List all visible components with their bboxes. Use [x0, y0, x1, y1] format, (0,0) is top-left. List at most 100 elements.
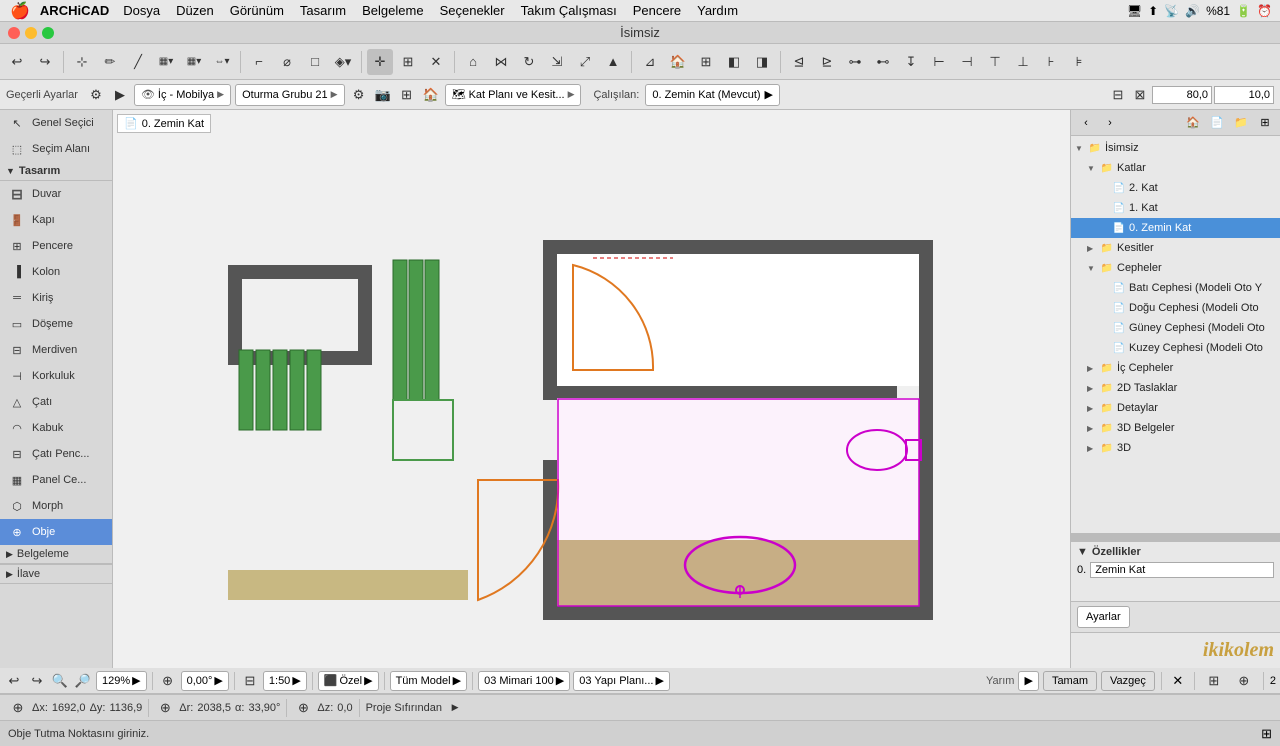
status-expand-btn[interactable]: ⊞	[1261, 726, 1272, 742]
menu-tasarim[interactable]: Tasarım	[300, 3, 346, 18]
selected-room[interactable]	[558, 399, 919, 606]
tool-b[interactable]: ⊵	[814, 49, 840, 75]
tool-kolon[interactable]: ▐ Kolon	[0, 259, 112, 285]
undo-btn2[interactable]: ↩	[4, 671, 24, 691]
zoom-level-display[interactable]: 129% ▶	[96, 671, 147, 691]
tasarim-header[interactable]: ▼ Tasarım	[0, 162, 112, 181]
line-btn[interactable]: ╱	[125, 49, 151, 75]
dim-input-2[interactable]: 10,0	[1214, 86, 1274, 104]
zoom-in-btn[interactable]: 🔍	[50, 671, 70, 691]
tool-obje[interactable]: ⊕ Obje	[0, 519, 112, 545]
floor-code-display[interactable]: 03 Mimari 100 ▶	[478, 671, 570, 691]
tree-kesitler[interactable]: ▶ 📁 Kesitler	[1071, 238, 1280, 258]
close-button[interactable]	[8, 27, 20, 39]
dim-input-1[interactable]: 80,0	[1152, 86, 1212, 104]
panel-folder-btn[interactable]: 📁	[1230, 113, 1252, 133]
tool-duvar[interactable]: ⊟ Duvar	[0, 181, 112, 207]
obj-btn[interactable]: ◈▾	[330, 49, 356, 75]
tree-ic-cepheler[interactable]: ▶ 📁 İç Cepheler	[1071, 358, 1280, 378]
canvas-area[interactable]: 📄 0. Zemin Kat	[113, 110, 1070, 668]
tool-cati[interactable]: △ Çatı	[0, 389, 112, 415]
coord-icon3[interactable]: ⊕	[293, 698, 313, 718]
coord-icon[interactable]: ⊕	[8, 698, 28, 718]
tool-pencere[interactable]: ⊞ Pencere	[0, 233, 112, 259]
ruler-btn[interactable]: ⊟	[240, 671, 260, 691]
select-btn[interactable]: ⊹	[69, 49, 95, 75]
redo-btn[interactable]: ↪	[32, 49, 58, 75]
tool-g[interactable]: ⊣	[954, 49, 980, 75]
coord-icon2[interactable]: ⊕	[155, 698, 175, 718]
tree-2d[interactable]: ▶ 📁 2D Taslaklar	[1071, 378, 1280, 398]
group-selector[interactable]: Oturma Grubu 21 ▶	[235, 84, 345, 106]
tool-c[interactable]: ⊶	[842, 49, 868, 75]
dim-icon1[interactable]: ⊟	[1108, 82, 1128, 108]
vazgec-btn[interactable]: Vazgeç	[1101, 671, 1155, 691]
tree-detaylar[interactable]: ▶ 📁 Detaylar	[1071, 398, 1280, 418]
stretch-btn[interactable]: ⤢	[572, 49, 598, 75]
panel-fwd-btn[interactable]: ›	[1099, 113, 1121, 133]
tool-e[interactable]: ↧	[898, 49, 924, 75]
elev-btn[interactable]: ▲	[600, 49, 626, 75]
scale-display[interactable]: 1:50 ▶	[263, 671, 307, 691]
ilave-header[interactable]: ▶ İlave	[0, 564, 112, 584]
tree-kuzey[interactable]: ▶ 📄 Kuzey Cephesi (Modeli Oto	[1071, 338, 1280, 358]
ayarlar-btn[interactable]: Ayarlar	[1077, 606, 1130, 628]
panel-doc-btn[interactable]: 📄	[1206, 113, 1228, 133]
layer-selector[interactable]: 👁 İç - Mobilya ▶	[134, 84, 231, 106]
tree-3d-belgeler[interactable]: ▶ 📁 3D Belgeler	[1071, 418, 1280, 438]
panel-layout-btn[interactable]: ⊞	[1254, 113, 1276, 133]
wall-tool-btn[interactable]: ⌐	[246, 49, 272, 75]
move-btn[interactable]: ⌂	[460, 49, 486, 75]
snap-btn[interactable]: ✛	[367, 49, 393, 75]
floor-selector[interactable]: 0. Zemin Kat (Mevcut) ▶	[645, 84, 780, 106]
tool-a[interactable]: ⊴	[786, 49, 812, 75]
dim-icon2[interactable]: ⊠	[1130, 82, 1150, 108]
rect-btn[interactable]: □	[302, 49, 328, 75]
3d-btn2[interactable]: 🏠	[665, 49, 691, 75]
tamam-btn[interactable]: Tamam	[1043, 671, 1097, 691]
yarim-btn[interactable]: ▶	[1018, 671, 1038, 691]
tree-isimsiz[interactable]: ▼ 📁 İsimsiz	[1071, 138, 1280, 158]
group-home[interactable]: 🏠	[421, 82, 441, 108]
hatch-btn[interactable]: ▦▾	[153, 49, 179, 75]
menu-yardim[interactable]: Yardım	[697, 3, 738, 18]
ref-arrow-btn[interactable]: ▶	[446, 699, 464, 717]
3d-btn3[interactable]: ⊞	[693, 49, 719, 75]
tree-dogu[interactable]: ▶ 📄 Doğu Cephesi (Modeli Oto	[1071, 298, 1280, 318]
panel-back-btn[interactable]: ‹	[1075, 113, 1097, 133]
x-cancel-btn[interactable]: ✕	[1168, 671, 1188, 691]
belgeleme-header[interactable]: ▶ Belgeleme	[0, 545, 112, 564]
layer-display[interactable]: ⬛ Özel ▶	[318, 671, 379, 691]
menu-duzen[interactable]: Düzen	[176, 3, 214, 18]
scroll-thumb[interactable]	[1071, 533, 1280, 541]
undo-btn[interactable]: ↩	[4, 49, 30, 75]
tree-kat0[interactable]: ▶ 📄 0. Zemin Kat	[1071, 218, 1280, 238]
tool-morph[interactable]: ⬡ Morph	[0, 493, 112, 519]
tool-secim-alani[interactable]: ⬚ Seçim Alanı	[0, 136, 112, 162]
tree-kat1[interactable]: ▶ 📄 1. Kat	[1071, 198, 1280, 218]
group-3d[interactable]: ⊞	[397, 82, 417, 108]
tool-k[interactable]: ⊧	[1066, 49, 1092, 75]
tool-j[interactable]: ⊦	[1038, 49, 1064, 75]
apple-menu[interactable]: 🍎	[10, 1, 30, 21]
tool-d[interactable]: ⊷	[870, 49, 896, 75]
grid-btn[interactable]: ⊞	[395, 49, 421, 75]
view-selector[interactable]: 🗺 Kat Planı ve Kesit... ▶	[445, 84, 582, 106]
tool-cati-penc[interactable]: ⊟ Çatı Penc...	[0, 441, 112, 467]
tree-kat2[interactable]: ▶ 📄 2. Kat	[1071, 178, 1280, 198]
tree-cepheler[interactable]: ▼ 📁 Cepheler	[1071, 258, 1280, 278]
tree-guney[interactable]: ▶ 📄 Güney Cephesi (Modeli Oto	[1071, 318, 1280, 338]
prop-floor-input[interactable]	[1090, 562, 1274, 578]
tree-3d[interactable]: ▶ 📁 3D	[1071, 438, 1280, 458]
fill-btn[interactable]: ▦▾	[181, 49, 207, 75]
pen-btn[interactable]: ✏	[97, 49, 123, 75]
menu-pencere[interactable]: Pencere	[633, 3, 681, 18]
grid-btn2[interactable]: ⊞	[1201, 668, 1227, 694]
tool-h[interactable]: ⊤	[982, 49, 1008, 75]
tool-korkuluk[interactable]: ⊣ Korkuluk	[0, 363, 112, 389]
3d-btn5[interactable]: ◨	[749, 49, 775, 75]
angle-btn[interactable]: ⌀	[274, 49, 300, 75]
zoom-out-btn[interactable]: 🔎	[73, 671, 93, 691]
redo-btn2[interactable]: ↪	[27, 671, 47, 691]
tool-f[interactable]: ⊢	[926, 49, 952, 75]
